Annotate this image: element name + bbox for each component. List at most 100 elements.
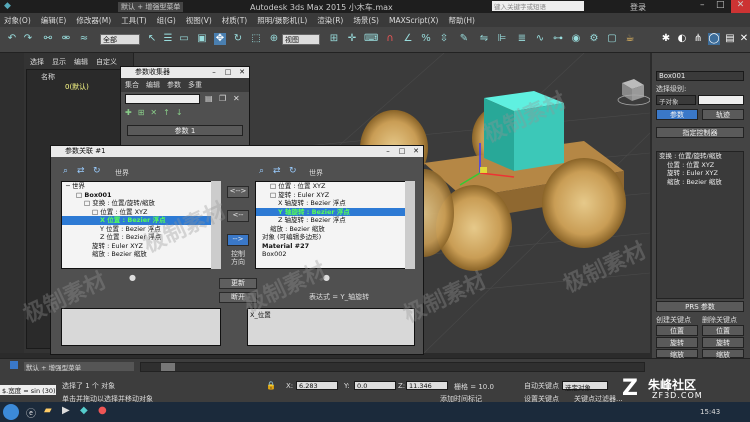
reference-coord[interactable]: 视图 [282, 34, 320, 45]
start-icon[interactable] [3, 404, 19, 420]
rollout-params-1[interactable]: 参数 1 [127, 125, 243, 136]
tree-node[interactable]: Box002 [256, 250, 414, 259]
move-up-icon[interactable]: ↑ [163, 108, 170, 117]
add-param-icon[interactable]: ✚ [125, 108, 132, 117]
render-setup-icon[interactable]: ⚙ [588, 33, 600, 45]
menu-render[interactable]: 渲染(R) [317, 15, 343, 26]
close-icon[interactable]: ✕ [731, 0, 750, 13]
app-icon[interactable]: ◆ [4, 1, 11, 11]
tree-node[interactable]: □ 位置 : 位置 XYZ [62, 208, 220, 217]
create-scale-button[interactable]: 缩放 [656, 349, 698, 359]
menu-tools[interactable]: 工具(T) [121, 15, 146, 26]
time-slider[interactable] [140, 362, 645, 372]
move-down-icon[interactable]: ↓ [176, 108, 183, 117]
undo-icon[interactable]: ↶ [6, 33, 18, 45]
right-tree-scrollbar[interactable] [405, 181, 415, 269]
controller-node[interactable]: 缩放 : Bezier 缩放 [657, 178, 743, 187]
select-by-name-icon[interactable]: ☰ [162, 33, 174, 45]
move-icon[interactable]: ✥ [214, 33, 226, 45]
disconnect-button[interactable]: 断开 [219, 292, 257, 303]
time-slider-thumb[interactable] [161, 363, 175, 371]
layer-default[interactable]: 0(默认) [65, 82, 89, 92]
menu-edit[interactable]: 编辑(E) [41, 15, 67, 26]
left-expression-field[interactable] [61, 308, 221, 346]
menu-lights[interactable]: 照明/摄影机(L) [257, 15, 307, 26]
left-refresh-icon[interactable]: ↻ [93, 166, 101, 176]
menu-object[interactable]: 对象(O) [4, 15, 31, 26]
copy-collection-icon[interactable]: ❐ [219, 94, 226, 103]
3dsmax-icon[interactable]: ◆ [80, 405, 88, 416]
window-crossing-icon[interactable]: ▣ [196, 33, 208, 45]
scene-tab-custom[interactable]: 自定义 [96, 57, 117, 67]
menu-scene[interactable]: 场景(S) [353, 15, 379, 26]
scene-col-name[interactable]: 名称 [41, 72, 55, 82]
ie-icon[interactable]: ⓔ [26, 405, 36, 420]
keyboard-shortcut-icon[interactable]: ⌨ [364, 33, 378, 45]
select-manipulate-icon[interactable]: ✛ [346, 33, 358, 45]
modify-tab-icon[interactable]: ◐ [676, 33, 688, 45]
param-menu-multi[interactable]: 多重 [188, 80, 202, 90]
controller-node[interactable]: 位置 : 位置 XYZ [657, 161, 743, 170]
tree-node[interactable]: Y 位置 : Bezier 浮点 [62, 225, 220, 234]
object-name-field[interactable]: Box001 [656, 71, 744, 81]
search-input[interactable]: 键入关键字或短语 [492, 1, 584, 11]
update-button[interactable]: 更新 [219, 278, 257, 289]
x-coordinate[interactable]: 6.283 [296, 381, 338, 390]
scene-tab-edit[interactable]: 编辑 [74, 57, 88, 67]
select-icon[interactable]: ↖ [146, 33, 158, 45]
menu-group[interactable]: 组(G) [157, 15, 176, 26]
tree-node[interactable]: □ 位置 : 位置 XYZ [256, 182, 414, 191]
param-menu-params[interactable]: 参数 [167, 80, 181, 90]
y-coordinate[interactable]: 0.0 [354, 381, 396, 390]
create-rotation-button[interactable]: 旋转 [656, 337, 698, 348]
spinner-snap-icon[interactable]: ⇳ [438, 33, 450, 45]
snap-icon[interactable]: ∩ [384, 33, 396, 45]
controller-node[interactable]: 变换 : 位置/旋转/缩放 [657, 152, 743, 161]
tree-node[interactable]: □ Box001 [62, 191, 220, 200]
link-icon[interactable]: ⚯ [42, 33, 54, 45]
left-to-right-button[interactable]: --> [227, 234, 249, 246]
minimize-icon[interactable]: – [381, 146, 395, 157]
unlink-icon[interactable]: ⚮ [60, 33, 72, 45]
right-to-left-button[interactable]: <-- [227, 210, 249, 222]
sub-object-dropdown[interactable]: 子对象 [656, 95, 696, 106]
maximize-icon[interactable]: □ [395, 146, 409, 157]
app-icon[interactable]: ● [98, 405, 107, 416]
display-tab-icon[interactable]: ▤ [724, 33, 736, 45]
tree-node[interactable]: 缩放 : Bezier 缩放 [62, 250, 220, 259]
close-icon[interactable]: ✕ [235, 67, 249, 78]
param-menu-edit[interactable]: 编辑 [146, 80, 160, 90]
menu-modifiers[interactable]: 修改器(M) [76, 15, 111, 26]
left-find-icon[interactable]: ⌕ [63, 166, 68, 176]
workspace-switcher[interactable]: 默认 + 增强型菜单 [24, 362, 134, 372]
menu-material[interactable]: 材质(T) [222, 15, 247, 26]
minimize-icon[interactable]: – [207, 67, 221, 78]
render-frame-icon[interactable]: ▢ [606, 33, 618, 45]
right-parameter-tree[interactable]: □ 位置 : 位置 XYZ □ 旋转 : Euler XYZ X 轴旋转 : B… [255, 181, 415, 269]
align-icon[interactable]: ⊫ [496, 33, 508, 45]
selection-filter[interactable]: 全部 [100, 34, 140, 45]
tree-node[interactable]: Material #27 [256, 242, 414, 251]
trajectories-tab[interactable]: 轨迹 [702, 109, 744, 120]
schematic-icon[interactable]: ⊶ [552, 33, 564, 45]
maximize-icon[interactable]: □ [716, 0, 725, 10]
layer-icon[interactable]: ≣ [516, 33, 528, 45]
controller-node[interactable]: 旋转 : Euler XYZ [657, 169, 743, 178]
tree-node-selected[interactable]: X 位置 : Bezier 浮点 [62, 216, 220, 225]
left-sync-icon[interactable]: ⇄ [77, 166, 85, 176]
create-tab-icon[interactable]: ✱ [660, 33, 672, 45]
assign-controller-rollout[interactable]: 指定控制器 [656, 127, 744, 138]
menu-maxscript[interactable]: MAXScript(X) [389, 16, 438, 25]
motion-tab-icon[interactable]: ◯ [708, 33, 720, 45]
bind-space-icon[interactable]: ≈ [78, 33, 90, 45]
rotate-icon[interactable]: ↻ [232, 33, 244, 45]
media-icon[interactable]: ▶ [62, 405, 70, 416]
left-parameter-tree[interactable]: ─ 世界 □ Box001 □ 变换 : 位置/旋转/缩放 □ 位置 : 位置 … [61, 181, 221, 269]
maxscript-listener[interactable]: $.宽度 = sin (30) [0, 385, 56, 395]
controller-tree[interactable]: 变换 : 位置/旋转/缩放 位置 : 位置 XYZ 旋转 : Euler XYZ… [656, 151, 744, 299]
mini-listener-icon[interactable] [10, 361, 18, 369]
mirror-icon[interactable]: ⇋ [478, 33, 490, 45]
remove-icon[interactable]: ✕ [150, 108, 157, 117]
percent-snap-icon[interactable]: % [420, 33, 432, 45]
login-link[interactable]: 登录 [630, 2, 646, 13]
